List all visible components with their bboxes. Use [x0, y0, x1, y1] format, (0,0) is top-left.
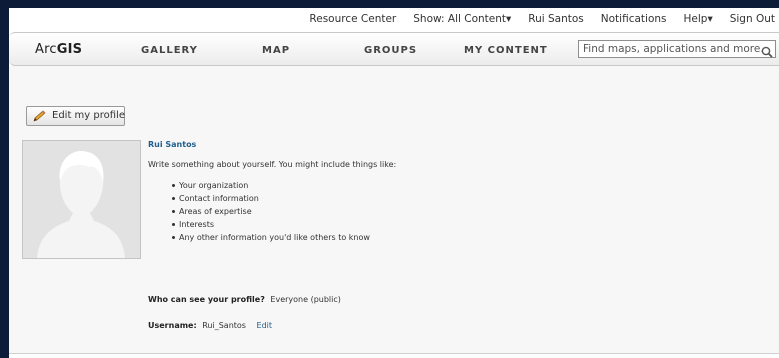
- sign-out-link[interactable]: Sign Out: [730, 13, 775, 25]
- avatar-placeholder: [22, 140, 141, 259]
- suggestion-list: Your organization Contact information Ar…: [172, 181, 370, 246]
- user-name-link[interactable]: Rui Santos: [528, 13, 584, 25]
- search-icon[interactable]: [761, 43, 773, 62]
- resource-center-link[interactable]: Resource Center: [309, 13, 396, 25]
- show-content-dropdown[interactable]: Show: All Content▾: [413, 13, 511, 25]
- main-nav-bar: ArcGIS GALLERY MAP GROUPS MY CONTENT: [9, 32, 779, 66]
- username-value: Rui_Santos: [202, 321, 246, 330]
- edit-profile-label: Edit my profile: [52, 110, 125, 121]
- list-item: Contact information: [172, 194, 370, 207]
- username-label: Username:: [148, 321, 197, 330]
- nav-my-content[interactable]: MY CONTENT: [464, 45, 548, 56]
- list-item: Any other information you'd like others …: [172, 233, 370, 246]
- profile-page: Resource Center Show: All Content▾ Rui S…: [9, 8, 779, 358]
- list-item: Your organization: [172, 181, 370, 194]
- help-dropdown[interactable]: Help▾: [684, 13, 713, 25]
- pencil-icon: [32, 110, 47, 126]
- profile-description: Write something about yourself. You migh…: [148, 160, 397, 169]
- nav-groups[interactable]: GROUPS: [364, 45, 417, 56]
- edit-username-link[interactable]: Edit: [257, 321, 273, 330]
- search-input[interactable]: [579, 41, 763, 57]
- visibility-label: Who can see your profile?: [148, 295, 265, 304]
- list-item: Interests: [172, 220, 370, 233]
- edit-profile-button[interactable]: Edit my profile: [26, 106, 125, 126]
- top-links-bar: Resource Center Show: All Content▾ Rui S…: [9, 8, 779, 32]
- arcgis-logo[interactable]: ArcGIS: [35, 42, 82, 57]
- profile-username: Username: Rui_Santos Edit: [148, 321, 272, 330]
- profile-name[interactable]: Rui Santos: [148, 140, 196, 149]
- nav-gallery[interactable]: GALLERY: [141, 45, 198, 56]
- search-box: [578, 40, 776, 58]
- notifications-link[interactable]: Notifications: [601, 13, 667, 25]
- profile-visibility: Who can see your profile? Everyone (publ…: [148, 295, 341, 304]
- list-item: Areas of expertise: [172, 207, 370, 220]
- visibility-value: Everyone (public): [270, 295, 341, 304]
- footer-divider: [9, 353, 779, 354]
- nav-map[interactable]: MAP: [262, 45, 290, 56]
